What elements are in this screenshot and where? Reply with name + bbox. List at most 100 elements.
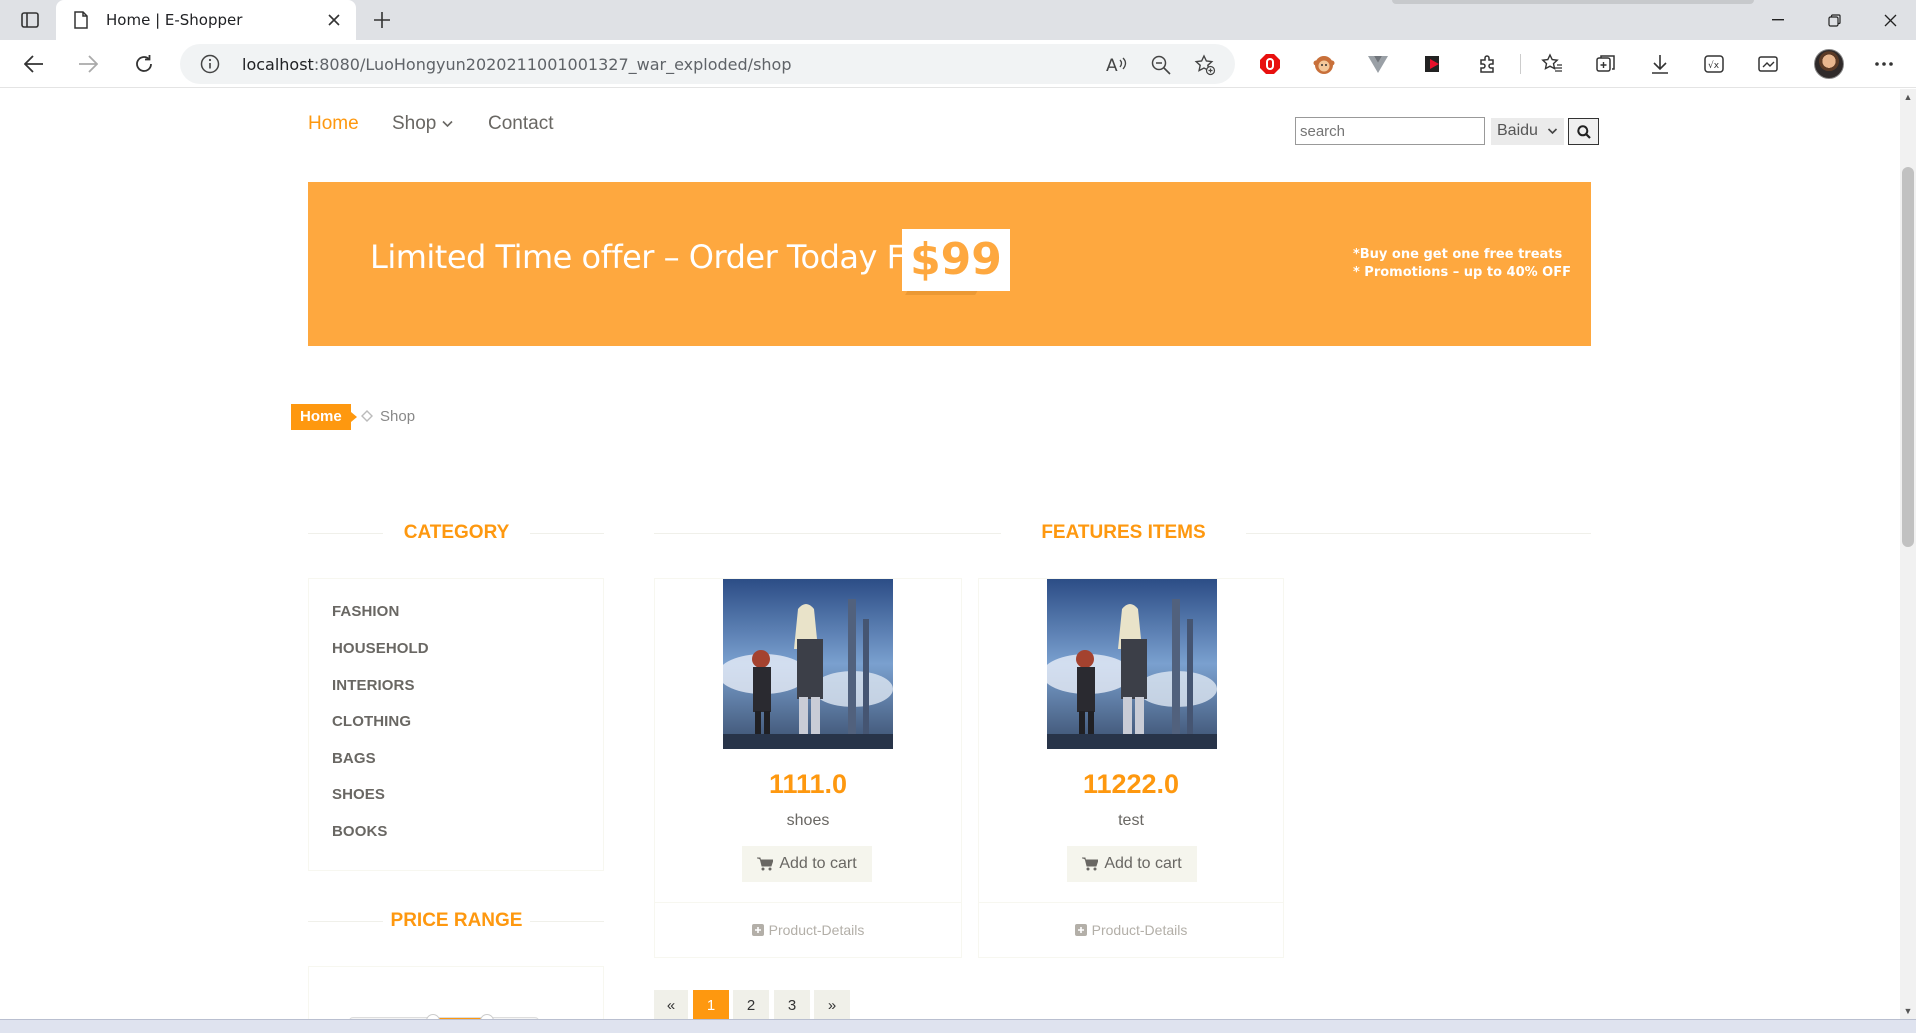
favorites-icon[interactable] (1540, 52, 1564, 76)
add-to-cart-button[interactable]: Add to cart (742, 846, 872, 882)
banner-headline: Limited Time offer – Order Today For (370, 238, 936, 276)
scroll-down-arrow-icon[interactable]: ▼ (1903, 1006, 1913, 1016)
browser-tabstrip: Home | E-Shopper (0, 0, 1916, 40)
category-title: CATEGORY (403, 522, 510, 543)
product-price: 1111.0 (768, 769, 848, 799)
category-item[interactable]: SHOES (332, 786, 385, 803)
shopping-cart-icon (1082, 857, 1099, 871)
product-details-label: Product-Details (768, 922, 865, 938)
nav-home-link[interactable]: Home (308, 113, 359, 135)
product-card: 11222.0 test Add to cart Product-Details (978, 578, 1284, 958)
os-taskbar-edge (0, 1019, 1916, 1033)
product-details-link[interactable]: Product-Details (655, 922, 961, 938)
banner-promo-line1: *Buy one get one free treats (1352, 247, 1563, 262)
site-info-icon[interactable] (200, 54, 220, 79)
breadcrumb-separator-icon (361, 409, 373, 427)
category-item[interactable]: FASHION (332, 603, 399, 620)
back-arrow-icon[interactable] (18, 48, 50, 80)
search-icon (1576, 124, 1591, 139)
shopping-cart-icon (757, 857, 774, 871)
pagination-page[interactable]: 1 (693, 990, 729, 1019)
address-bar[interactable]: localhost:8080/LuoHongyun202021100100132… (180, 44, 1235, 84)
restore-icon[interactable] (1814, 6, 1854, 34)
page-viewport: Home Shop Contact Baidu Limited Time off… (0, 89, 1916, 1019)
banner-promo-line2: * Promotions – up to 40% OFF (1352, 265, 1571, 280)
features-title: FEATURES ITEMS (1041, 522, 1206, 543)
new-tab-button[interactable] (368, 6, 396, 34)
reload-icon[interactable] (128, 48, 160, 80)
category-item[interactable]: BOOKS (332, 823, 388, 840)
breadcrumb-current: Shop (380, 408, 416, 425)
title-rule (1246, 533, 1591, 534)
scroll-up-arrow-icon[interactable]: ▲ (1903, 92, 1913, 102)
page-scrollbar[interactable]: ▲ ▼ (1900, 89, 1916, 1019)
category-item[interactable]: BAGS (332, 750, 376, 767)
math-solver-icon[interactable]: √x (1702, 52, 1726, 76)
category-item[interactable]: INTERIORS (332, 677, 415, 694)
title-rule (654, 533, 1001, 534)
category-item[interactable]: CLOTHING (332, 713, 411, 730)
tab-actions-icon[interactable] (16, 8, 44, 32)
category-panel: FASHION HOUSEHOLD INTERIORS CLOTHING BAG… (308, 578, 604, 871)
product-name[interactable]: shoes (655, 812, 961, 830)
product-details-link[interactable]: Product-Details (979, 922, 1283, 938)
nav-shop-link[interactable]: Shop (392, 113, 453, 135)
product-divider (655, 902, 961, 903)
add-favorite-icon[interactable] (1194, 54, 1216, 76)
promo-banner[interactable]: Limited Time offer – Order Today For $99… (308, 182, 1591, 346)
chevron-down-icon (1547, 128, 1558, 135)
product-divider (979, 902, 1283, 903)
product-image[interactable] (723, 579, 893, 749)
title-rule (308, 533, 383, 534)
url-text[interactable]: localhost:8080/LuoHongyun202021100100132… (242, 55, 792, 74)
vue-devtools-extension-icon[interactable] (1366, 52, 1390, 76)
forward-arrow-icon[interactable] (72, 48, 104, 80)
browser-essentials-icon[interactable] (1756, 52, 1780, 76)
pagination-prev[interactable]: « (654, 990, 688, 1019)
url-host: localhost (242, 55, 314, 74)
price-range-panel (308, 966, 604, 1019)
chevron-down-icon (442, 120, 453, 128)
zoom-out-icon[interactable] (1150, 54, 1172, 76)
close-window-icon[interactable] (1870, 6, 1910, 34)
search-engine-value: Baidu (1497, 122, 1538, 139)
tab-hover-hint (1392, 0, 1754, 4)
search-button[interactable] (1568, 118, 1599, 145)
nav-shop-label: Shop (392, 113, 437, 134)
close-tab-icon[interactable] (322, 8, 346, 32)
browser-toolbar: localhost:8080/LuoHongyun202021100100132… (0, 40, 1916, 88)
product-image[interactable] (1047, 579, 1217, 749)
extensions-puzzle-icon[interactable] (1476, 52, 1500, 76)
add-to-cart-label: Add to cart (1104, 855, 1182, 872)
svg-text:√x: √x (1708, 60, 1720, 71)
toolbar-separator (1520, 54, 1521, 74)
product-price: 11222.0 (1082, 769, 1180, 799)
add-to-cart-button[interactable]: Add to cart (1067, 846, 1197, 882)
tab-title: Home | E-Shopper (106, 11, 243, 29)
title-rule (308, 921, 383, 922)
minimize-icon[interactable] (1758, 6, 1798, 34)
product-name[interactable]: test (979, 812, 1283, 830)
tampermonkey-extension-icon[interactable] (1312, 52, 1336, 76)
more-menu-icon[interactable] (1872, 52, 1896, 76)
breadcrumb-home-link[interactable]: Home (291, 404, 357, 430)
pagination-page[interactable]: 3 (774, 990, 810, 1019)
browser-tab-active[interactable]: Home | E-Shopper (56, 0, 356, 40)
plus-square-icon (1074, 924, 1087, 936)
add-to-cart-label: Add to cart (779, 855, 857, 872)
search-engine-select[interactable]: Baidu (1491, 118, 1564, 145)
pagination-next[interactable]: » (814, 990, 850, 1019)
read-aloud-icon[interactable]: A (1106, 54, 1128, 76)
pagination-page[interactable]: 2 (733, 990, 769, 1019)
collections-icon[interactable] (1594, 52, 1618, 76)
downloads-icon[interactable] (1648, 52, 1672, 76)
category-item[interactable]: HOUSEHOLD (332, 640, 429, 657)
search-input[interactable] (1295, 117, 1485, 145)
product-card: 1111.0 shoes Add to cart Product-Details (654, 578, 962, 958)
nav-contact-link[interactable]: Contact (488, 113, 553, 135)
adblock-extension-icon[interactable] (1258, 52, 1282, 76)
media-extension-icon[interactable] (1420, 52, 1444, 76)
url-path: :8080/LuoHongyun2020211001001327_war_exp… (313, 55, 792, 74)
profile-avatar[interactable] (1814, 49, 1844, 79)
scrollbar-thumb[interactable] (1902, 167, 1914, 547)
